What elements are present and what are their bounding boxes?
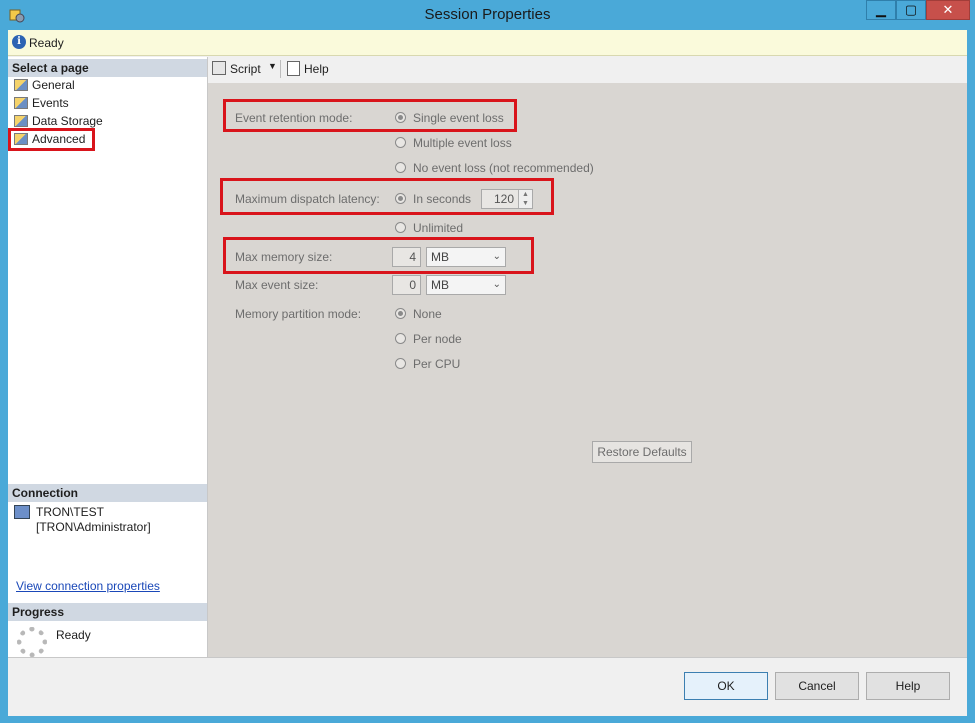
- page-item-general[interactable]: General: [12, 77, 75, 94]
- option-partition-none: None: [413, 307, 442, 321]
- radio-no-event-loss[interactable]: [395, 162, 406, 173]
- minimize-button[interactable]: ▁: [866, 0, 896, 20]
- option-no-event-loss: No event loss (not recommended): [413, 161, 594, 175]
- window-title: Session Properties: [424, 6, 551, 23]
- radio-partition-per-cpu[interactable]: [395, 358, 406, 369]
- connection-header: Connection: [8, 484, 207, 502]
- radio-partition-none[interactable]: [395, 308, 406, 319]
- cancel-button[interactable]: Cancel: [775, 672, 859, 700]
- advanced-page-content: Event retention mode: Single event loss …: [208, 83, 967, 657]
- left-pane: Select a page General Events Data Storag…: [8, 57, 208, 657]
- page-item-label: General: [32, 78, 75, 92]
- help-book-icon[interactable]: [287, 61, 300, 76]
- chevron-down-icon[interactable]: ▼: [268, 61, 277, 71]
- connection-server: TRON\TEST: [36, 505, 104, 519]
- select-page-header: Select a page: [8, 59, 207, 77]
- help-toolbar-button[interactable]: Help: [304, 62, 329, 76]
- max-event-input[interactable]: 0: [392, 275, 421, 295]
- dialog-button-bar: OK Cancel Help: [8, 657, 967, 716]
- server-icon: [14, 505, 30, 519]
- toolbar-separator: [280, 60, 281, 78]
- radio-partition-per-node[interactable]: [395, 333, 406, 344]
- close-button[interactable]: ✕: [926, 0, 970, 20]
- progress-header: Progress: [8, 603, 207, 621]
- page-item-label: Events: [32, 96, 69, 110]
- highlight-box-advanced: [8, 128, 95, 151]
- max-event-unit-select[interactable]: MB ⌄: [426, 275, 506, 295]
- option-partition-per-node: Per node: [413, 332, 462, 346]
- partition-mode-label: Memory partition mode:: [235, 307, 362, 321]
- page-icon: [14, 79, 28, 91]
- help-button[interactable]: Help: [866, 672, 950, 700]
- info-icon: i: [12, 35, 26, 49]
- page-item-label: Data Storage: [32, 114, 103, 128]
- page-icon: [14, 97, 28, 109]
- highlight-box-latency: [220, 178, 554, 215]
- progress-spinner-icon: [17, 627, 47, 657]
- radio-unlimited[interactable]: [395, 222, 406, 233]
- progress-status: Ready: [56, 628, 91, 642]
- script-button[interactable]: Script: [230, 62, 261, 76]
- option-multiple-event-loss: Multiple event loss: [413, 136, 512, 150]
- view-connection-properties-link[interactable]: View connection properties: [16, 579, 160, 593]
- option-unlimited: Unlimited: [413, 221, 464, 235]
- toolbar: Script ▼ Help: [208, 57, 967, 81]
- status-bar: i Ready: [8, 30, 967, 56]
- connection-user: [TRON\Administrator]: [36, 520, 151, 534]
- max-event-label: Max event size:: [235, 278, 319, 292]
- maximize-button[interactable]: ▢: [896, 0, 926, 20]
- highlight-box-retention: [223, 99, 517, 132]
- radio-multiple-event-loss[interactable]: [395, 137, 406, 148]
- page-icon: [14, 115, 28, 127]
- dialog-client-area: i Ready Select a page General Events Dat…: [8, 30, 967, 716]
- ok-button[interactable]: OK: [684, 672, 768, 700]
- restore-defaults-button[interactable]: Restore Defaults: [592, 441, 692, 463]
- max-event-unit-value: MB: [431, 278, 449, 292]
- status-text: Ready: [29, 36, 64, 50]
- page-item-events[interactable]: Events: [12, 95, 69, 112]
- script-icon[interactable]: [212, 61, 226, 75]
- chevron-down-icon: ⌄: [492, 279, 501, 290]
- highlight-box-memory: [223, 237, 534, 274]
- option-partition-per-cpu: Per CPU: [413, 357, 461, 371]
- title-bar[interactable]: Session Properties ▁ ▢ ✕: [0, 0, 975, 30]
